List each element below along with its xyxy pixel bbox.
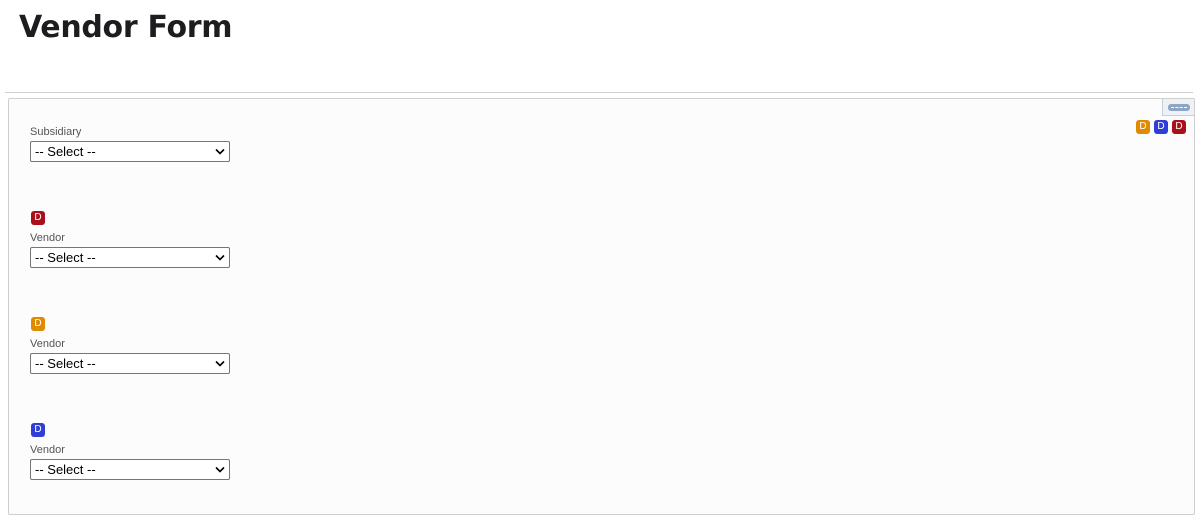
dimension-badge-orange[interactable]: D	[1136, 120, 1150, 134]
vendor-label: Vendor	[30, 338, 65, 350]
chevron-down-icon	[215, 465, 225, 475]
vendor-select-value: -- Select --	[35, 462, 96, 477]
vendor-select-2[interactable]: -- Select --	[30, 353, 230, 374]
panel-badge-group: D D D	[1136, 120, 1186, 134]
vendor-select-value: -- Select --	[35, 356, 96, 371]
panel-drag-handle[interactable]	[1162, 99, 1194, 116]
chevron-down-icon	[215, 147, 225, 157]
subsidiary-select[interactable]: -- Select --	[30, 141, 230, 162]
vendor-form-panel: D D D Subsidiary -- Select -- D Vendor -…	[8, 98, 1195, 515]
subsidiary-label: Subsidiary	[30, 126, 82, 138]
subsidiary-select-value: -- Select --	[35, 144, 96, 159]
drag-handle-icon	[1167, 103, 1190, 111]
dimension-badge-blue[interactable]: D	[1154, 120, 1168, 134]
chevron-down-icon	[215, 253, 225, 263]
dimension-badge-red[interactable]: D	[1172, 120, 1186, 134]
page-title: Vendor Form	[19, 10, 233, 45]
title-divider	[5, 92, 1193, 93]
vendor-select-value: -- Select --	[35, 250, 96, 265]
vendor-label: Vendor	[30, 444, 65, 456]
vendor-label: Vendor	[30, 232, 65, 244]
vendor-select-3[interactable]: -- Select --	[30, 459, 230, 480]
vendor-badge-red[interactable]: D	[31, 211, 45, 225]
vendor-select-1[interactable]: -- Select --	[30, 247, 230, 268]
vendor-badge-blue[interactable]: D	[31, 423, 45, 437]
chevron-down-icon	[215, 359, 225, 369]
vendor-badge-orange[interactable]: D	[31, 317, 45, 331]
